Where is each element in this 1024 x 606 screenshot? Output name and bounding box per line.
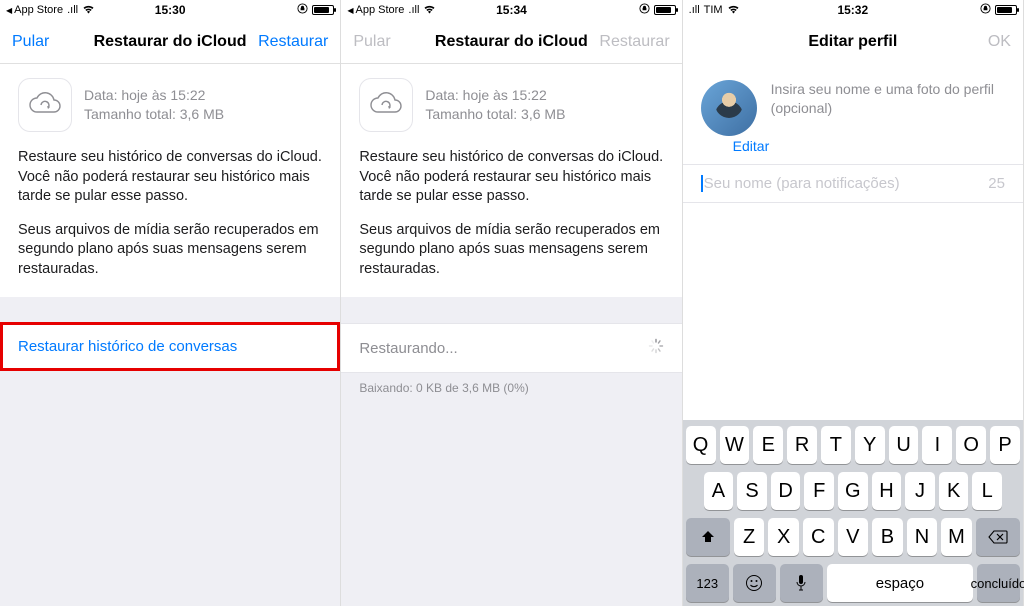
key-b[interactable]: B: [872, 518, 903, 556]
backup-desc-1: Restaure seu histórico de conversas do i…: [359, 148, 663, 207]
signal-icon: .ıll: [408, 4, 419, 16]
backup-info-block: Data: hoje às 15:22 Tamanho total: 3,6 M…: [341, 64, 681, 297]
carrier-label: TIM: [704, 4, 723, 16]
orientation-lock-icon: [297, 3, 308, 17]
dictation-key[interactable]: [780, 564, 823, 602]
status-bar: App Store .ıll 15:34: [341, 0, 681, 20]
key-x[interactable]: X: [768, 518, 799, 556]
key-j[interactable]: J: [905, 472, 935, 510]
emoji-key[interactable]: [733, 564, 776, 602]
wifi-icon: [423, 4, 436, 17]
battery-icon: [995, 5, 1017, 15]
key-t[interactable]: T: [821, 426, 851, 464]
back-to-app-label[interactable]: App Store: [6, 4, 63, 16]
restore-history-button[interactable]: Restaurar histórico de conversas: [0, 323, 340, 370]
return-key[interactable]: concluído: [977, 564, 1020, 602]
key-c[interactable]: C: [803, 518, 834, 556]
key-f[interactable]: F: [804, 472, 834, 510]
restore-history-label: Restaurar histórico de conversas: [18, 338, 237, 355]
ok-button: OK: [941, 33, 1011, 51]
profile-prompt: Insira seu nome e uma foto do perfil (op…: [771, 80, 1005, 136]
key-a[interactable]: A: [704, 472, 734, 510]
key-u[interactable]: U: [889, 426, 919, 464]
status-time: 15:34: [496, 3, 527, 17]
status-bar: App Store .ıll 15:30: [0, 0, 340, 20]
keyboard-row-1: QWERTYUIOP: [686, 426, 1020, 464]
restoring-label: Restaurando...: [359, 340, 457, 357]
key-w[interactable]: W: [720, 426, 750, 464]
wifi-icon: [82, 4, 95, 17]
key-n[interactable]: N: [907, 518, 938, 556]
nav-bar: Pular Restaurar do iCloud Restaurar: [0, 20, 340, 64]
key-i[interactable]: I: [922, 426, 952, 464]
battery-icon: [654, 5, 676, 15]
name-placeholder: Seu nome (para notificações): [701, 175, 989, 192]
orientation-lock-icon: [639, 3, 650, 17]
avatar[interactable]: [701, 80, 757, 136]
restoring-status-row: Restaurando...: [341, 323, 681, 373]
nav-bar: Editar perfil OK: [683, 20, 1023, 64]
keyboard-row-2: ASDFGHJKL: [686, 472, 1020, 510]
keyboard-row-3: ZXCVBNM: [686, 518, 1020, 556]
key-q[interactable]: Q: [686, 426, 716, 464]
keyboard-row-4: 123 espaço concluído: [686, 564, 1020, 602]
wifi-icon: [727, 4, 740, 17]
backup-size: Tamanho total: 3,6 MB: [425, 105, 565, 124]
key-k[interactable]: K: [939, 472, 969, 510]
page-title: Restaurar do iCloud: [82, 33, 258, 51]
backup-date: Data: hoje às 15:22: [84, 86, 224, 105]
numeric-key[interactable]: 123: [686, 564, 729, 602]
key-l[interactable]: L: [972, 472, 1002, 510]
restore-button[interactable]: Restaurar: [258, 33, 328, 51]
battery-icon: [312, 5, 334, 15]
status-time: 15:32: [837, 3, 868, 17]
page-title: Restaurar do iCloud: [423, 33, 599, 51]
key-y[interactable]: Y: [855, 426, 885, 464]
key-h[interactable]: H: [872, 472, 902, 510]
orientation-lock-icon: [980, 3, 991, 17]
back-to-app-label[interactable]: App Store: [347, 4, 404, 16]
key-s[interactable]: S: [737, 472, 767, 510]
skip-button: Pular: [353, 33, 423, 51]
space-key[interactable]: espaço: [827, 564, 973, 602]
edit-photo-link[interactable]: Editar: [715, 138, 1023, 164]
page-title: Editar perfil: [765, 33, 941, 51]
key-m[interactable]: M: [941, 518, 972, 556]
keyboard: QWERTYUIOP ASDFGHJKL ZXCVBNM 123: [683, 420, 1023, 606]
signal-icon: .ıll: [67, 4, 78, 16]
name-char-limit: 25: [988, 175, 1005, 192]
spinner-icon: [648, 338, 664, 358]
key-d[interactable]: D: [771, 472, 801, 510]
backup-info-block: Data: hoje às 15:22 Tamanho total: 3,6 M…: [0, 64, 340, 297]
status-bar: .ıll TIM 15:32: [683, 0, 1023, 20]
backup-desc-2: Seus arquivos de mídia serão recuperados…: [18, 221, 322, 280]
download-progress-text: Baixando: 0 KB de 3,6 MB (0%): [341, 373, 681, 403]
status-time: 15:30: [155, 3, 186, 17]
backup-size: Tamanho total: 3,6 MB: [84, 105, 224, 124]
key-g[interactable]: G: [838, 472, 868, 510]
nav-bar: Pular Restaurar do iCloud Restaurar: [341, 20, 681, 64]
key-o[interactable]: O: [956, 426, 986, 464]
skip-button[interactable]: Pular: [12, 33, 82, 51]
restore-button: Restaurar: [599, 33, 669, 51]
key-v[interactable]: V: [838, 518, 869, 556]
key-r[interactable]: R: [787, 426, 817, 464]
cloud-backup-icon: [359, 78, 413, 132]
name-input[interactable]: Seu nome (para notificações) 25: [683, 164, 1023, 203]
shift-key[interactable]: [686, 518, 730, 556]
cloud-backup-icon: [18, 78, 72, 132]
signal-icon: .ıll: [689, 4, 700, 16]
backspace-key[interactable]: [976, 518, 1020, 556]
key-e[interactable]: E: [753, 426, 783, 464]
backup-desc-1: Restaure seu histórico de conversas do i…: [18, 148, 322, 207]
backup-desc-2: Seus arquivos de mídia serão recuperados…: [359, 221, 663, 280]
backup-date: Data: hoje às 15:22: [425, 86, 565, 105]
key-p[interactable]: P: [990, 426, 1020, 464]
key-z[interactable]: Z: [734, 518, 765, 556]
